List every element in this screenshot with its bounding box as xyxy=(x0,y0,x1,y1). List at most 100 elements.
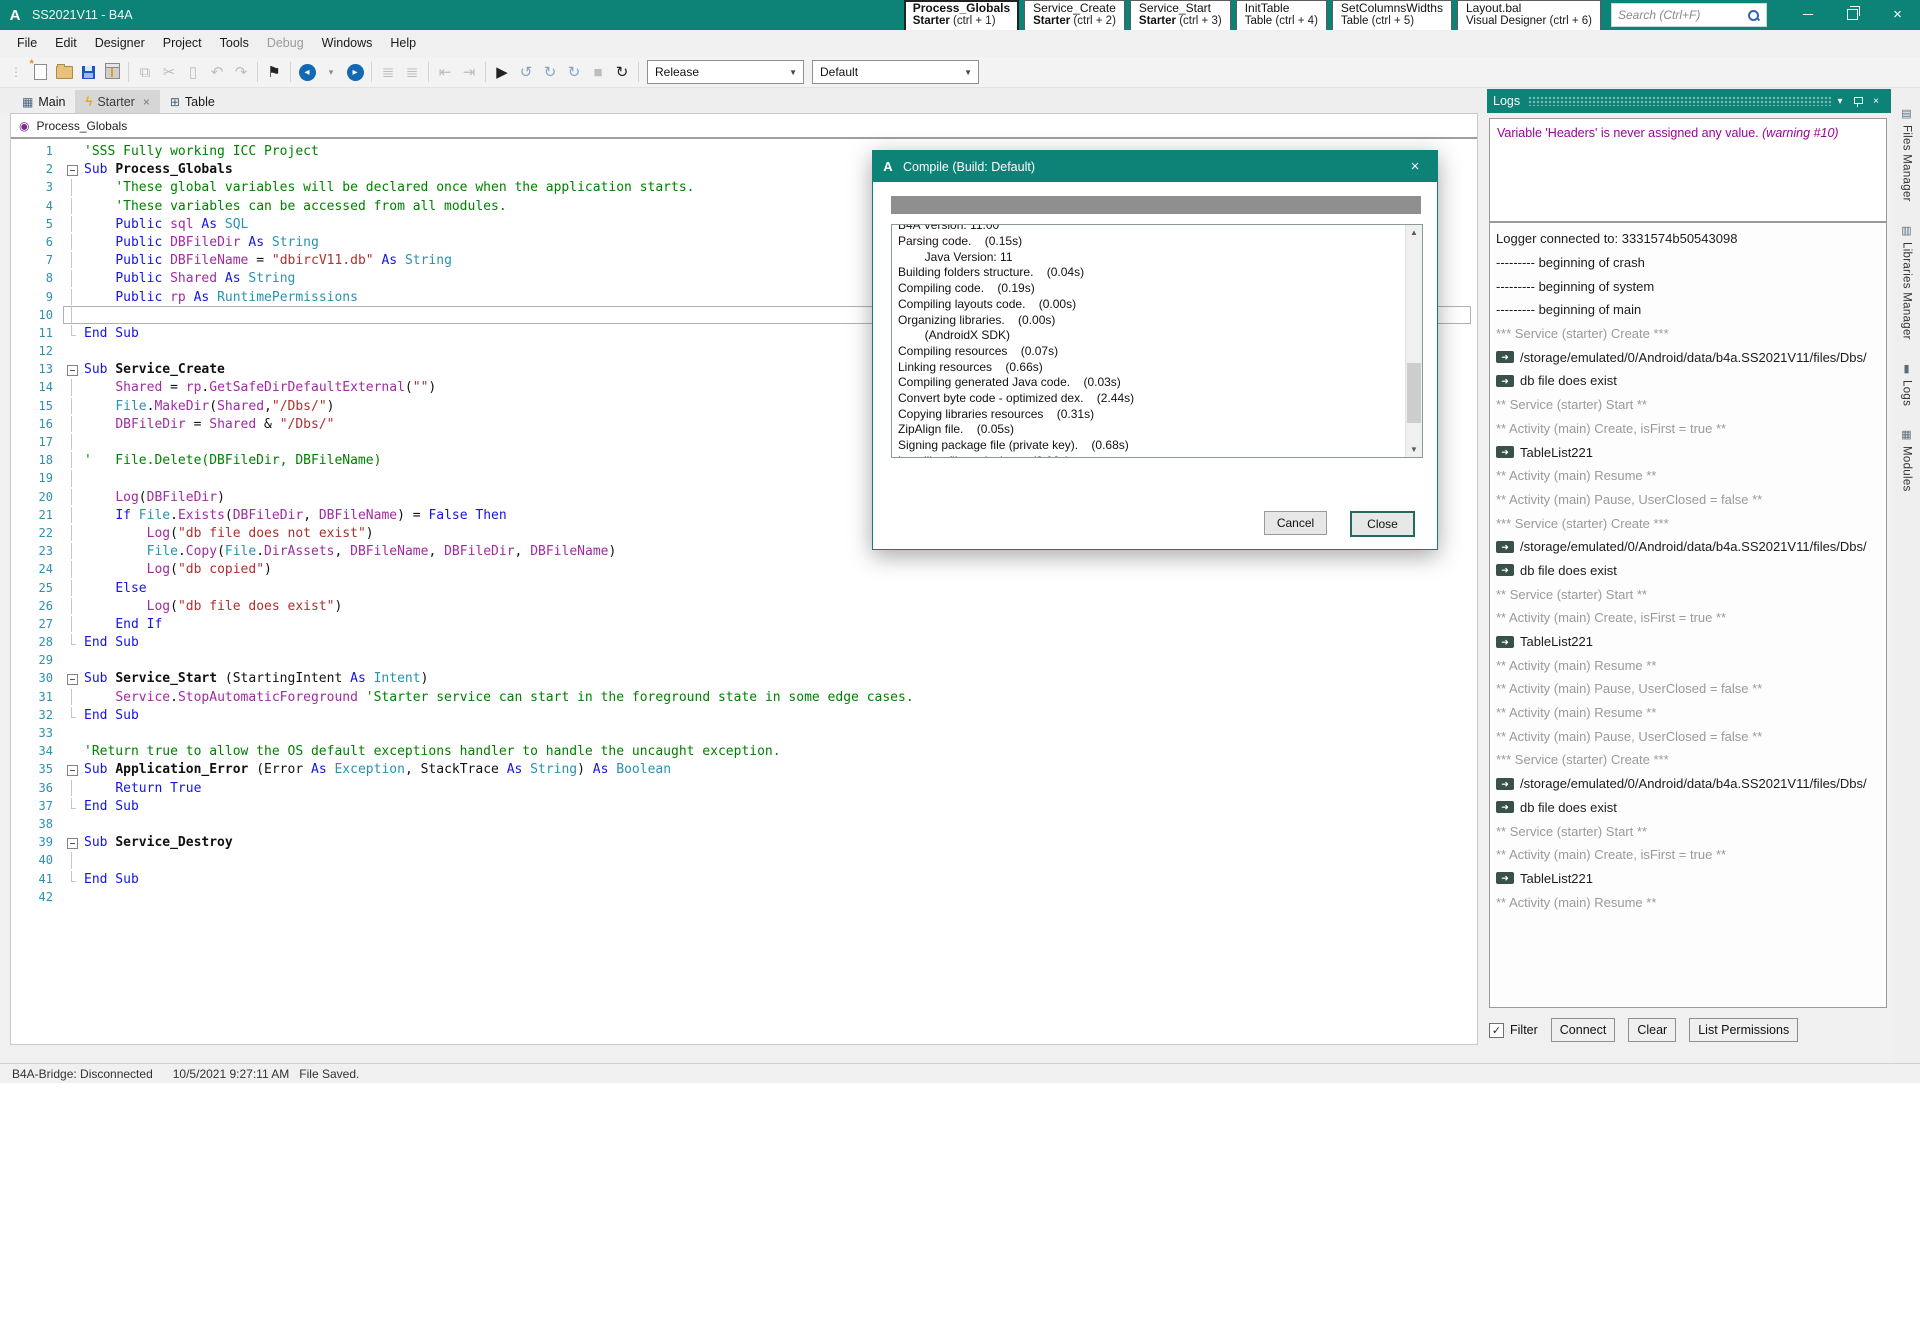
step-icon[interactable]: ↻ xyxy=(538,60,562,84)
tab-starter[interactable]: ϟStarter× xyxy=(75,90,159,113)
log-entry[interactable]: ➜/storage/emulated/0/Android/data/b4a.SS… xyxy=(1496,772,1880,796)
minimize-button[interactable] xyxy=(1785,0,1830,28)
indent-icon[interactable]: ⇥ xyxy=(457,60,481,84)
code-line-27[interactable]: 27 End If xyxy=(11,615,1477,633)
profile-dropdown[interactable]: Default▼ xyxy=(812,60,979,84)
uncomment-icon[interactable]: ≣ xyxy=(400,60,424,84)
log-entry[interactable]: *** Service (starter) Create *** xyxy=(1496,511,1880,535)
restart-icon[interactable]: ↻ xyxy=(610,60,634,84)
cancel-button[interactable]: Cancel xyxy=(1264,511,1327,535)
menu-edit[interactable]: Edit xyxy=(46,30,86,57)
undo-icon[interactable]: ↶ xyxy=(205,60,229,84)
pin-icon[interactable] xyxy=(1849,96,1867,107)
tab-table[interactable]: ⊞Table xyxy=(160,90,225,113)
menu-tools[interactable]: Tools xyxy=(211,30,258,57)
side-tab-logs[interactable]: ▮Logs xyxy=(1901,362,1913,406)
fold-collapse-icon[interactable] xyxy=(64,161,84,177)
log-entry[interactable]: *** Service (starter) Create *** xyxy=(1496,748,1880,772)
resume-icon[interactable]: ↺ xyxy=(514,60,538,84)
bookmark-button-layout.bal[interactable]: Layout.balVisual Designer (ctrl + 6) xyxy=(1457,0,1601,31)
side-tab-libraries-manager[interactable]: ▥Libraries Manager xyxy=(1901,224,1913,340)
warnings-box[interactable]: Variable 'Headers' is never assigned any… xyxy=(1489,118,1887,222)
fold-collapse-icon[interactable] xyxy=(64,761,84,777)
breadcrumb[interactable]: ◉ Process_Globals xyxy=(11,114,1477,139)
log-entry[interactable]: ** Service (starter) Start ** xyxy=(1496,393,1880,417)
dialog-close-icon[interactable]: × xyxy=(1393,158,1437,175)
tab-main[interactable]: ▦Main xyxy=(12,90,75,113)
code-line-39[interactable]: 39Sub Service_Destroy xyxy=(11,833,1477,851)
side-tab-modules[interactable]: ▦Modules xyxy=(1901,428,1913,492)
restore-button[interactable] xyxy=(1830,0,1875,28)
log-entry[interactable]: ** Activity (main) Pause, UserClosed = f… xyxy=(1496,488,1880,512)
code-line-32[interactable]: 32End Sub xyxy=(11,706,1477,724)
log-entry[interactable]: ** Activity (main) Resume ** xyxy=(1496,701,1880,725)
log-entry[interactable]: ➜TableList221 xyxy=(1496,440,1880,464)
stop-icon[interactable]: ■ xyxy=(586,60,610,84)
code-line-42[interactable]: 42 xyxy=(11,888,1477,906)
comment-icon[interactable]: ≣ xyxy=(376,60,400,84)
log-entry[interactable]: ➜db file does exist xyxy=(1496,369,1880,393)
log-entry[interactable]: ➜/storage/emulated/0/Android/data/b4a.SS… xyxy=(1496,535,1880,559)
log-entry[interactable]: ➜TableList221 xyxy=(1496,867,1880,891)
log-entry[interactable]: ** Activity (main) Resume ** xyxy=(1496,653,1880,677)
log-entry[interactable]: ➜TableList221 xyxy=(1496,630,1880,654)
paste-icon[interactable]: ▯ xyxy=(181,60,205,84)
log-entry[interactable]: ➜db file does exist xyxy=(1496,559,1880,583)
code-line-24[interactable]: 24 Log("db copied") xyxy=(11,560,1477,578)
fold-collapse-icon[interactable] xyxy=(64,834,84,850)
logs-panel-header[interactable]: Logs ▾ × xyxy=(1487,89,1891,113)
log-entry[interactable]: ** Activity (main) Resume ** xyxy=(1496,890,1880,914)
menu-project[interactable]: Project xyxy=(154,30,211,57)
list-permissions-button[interactable]: List Permissions xyxy=(1689,1018,1798,1042)
fold-collapse-icon[interactable] xyxy=(64,670,84,686)
run-icon[interactable]: ▶ xyxy=(490,60,514,84)
bookmark-icon[interactable]: ⚑ xyxy=(262,60,286,84)
log-entry[interactable]: ** Activity (main) Pause, UserClosed = f… xyxy=(1496,724,1880,748)
filter-checkbox[interactable]: ✓ xyxy=(1489,1023,1504,1038)
open-project-icon[interactable] xyxy=(52,60,76,84)
connect-button[interactable]: Connect xyxy=(1551,1018,1616,1042)
menu-designer[interactable]: Designer xyxy=(86,30,154,57)
code-line-41[interactable]: 41End Sub xyxy=(11,870,1477,888)
cut-icon[interactable]: ✂ xyxy=(157,60,181,84)
log-entry[interactable]: ** Activity (main) Create, isFirst = tru… xyxy=(1496,606,1880,630)
code-line-40[interactable]: 40 xyxy=(11,851,1477,869)
log-entry[interactable]: ➜db file does exist xyxy=(1496,796,1880,820)
menu-windows[interactable]: Windows xyxy=(313,30,382,57)
log-entry[interactable]: ** Activity (main) Create, isFirst = tru… xyxy=(1496,843,1880,867)
rebuild-icon[interactable]: ↻ xyxy=(562,60,586,84)
log-entry[interactable]: Logger connected to: 3331574b50543098 xyxy=(1496,227,1880,251)
toolbar-grip[interactable]: ⋮ xyxy=(4,60,28,84)
log-entry[interactable]: ** Activity (main) Create, isFirst = tru… xyxy=(1496,417,1880,441)
log-entry[interactable]: *** Service (starter) Create *** xyxy=(1496,322,1880,346)
new-project-icon[interactable]: * xyxy=(28,60,52,84)
save-icon[interactable] xyxy=(76,60,100,84)
scroll-down-icon[interactable]: ▼ xyxy=(1406,442,1422,457)
log-entry[interactable]: ** Activity (main) Pause, UserClosed = f… xyxy=(1496,677,1880,701)
outdent-icon[interactable]: ⇤ xyxy=(433,60,457,84)
log-entry[interactable]: ** Service (starter) Start ** xyxy=(1496,819,1880,843)
log-entry[interactable]: --------- beginning of main xyxy=(1496,298,1880,322)
build-config-dropdown[interactable]: Release▼ xyxy=(647,60,804,84)
code-line-26[interactable]: 26 Log("db file does exist") xyxy=(11,597,1477,615)
bookmark-button-inittable[interactable]: InitTableTable (ctrl + 4) xyxy=(1236,0,1327,31)
code-line-36[interactable]: 36 Return True xyxy=(11,779,1477,797)
bookmark-button-service_start[interactable]: Service_StartStarter (ctrl + 3) xyxy=(1130,0,1231,31)
fold-collapse-icon[interactable] xyxy=(64,361,84,377)
log-entry[interactable]: --------- beginning of crash xyxy=(1496,251,1880,275)
code-line-31[interactable]: 31 Service.StopAutomaticForeground 'Star… xyxy=(11,688,1477,706)
close-button[interactable]: × xyxy=(1875,0,1920,28)
package-icon[interactable] xyxy=(100,60,124,84)
bookmark-button-setcolumnswidths[interactable]: SetColumnsWidthsTable (ctrl + 5) xyxy=(1332,0,1452,31)
log-entry[interactable]: --------- beginning of system xyxy=(1496,274,1880,298)
scrollbar-thumb[interactable] xyxy=(1407,363,1421,423)
code-line-35[interactable]: 35Sub Application_Error (Error As Except… xyxy=(11,760,1477,778)
dialog-scrollbar[interactable]: ▲ ▼ xyxy=(1405,225,1422,457)
navigate-back-icon[interactable]: ◂ xyxy=(295,60,319,84)
navigate-caret-icon[interactable]: ▾ xyxy=(319,60,343,84)
bookmark-button-service_create[interactable]: Service_CreateStarter (ctrl + 2) xyxy=(1024,0,1125,31)
code-line-28[interactable]: 28End Sub xyxy=(11,633,1477,651)
scroll-up-icon[interactable]: ▲ xyxy=(1406,225,1422,240)
redo-icon[interactable]: ↷ xyxy=(229,60,253,84)
search-icon[interactable] xyxy=(1747,9,1760,22)
